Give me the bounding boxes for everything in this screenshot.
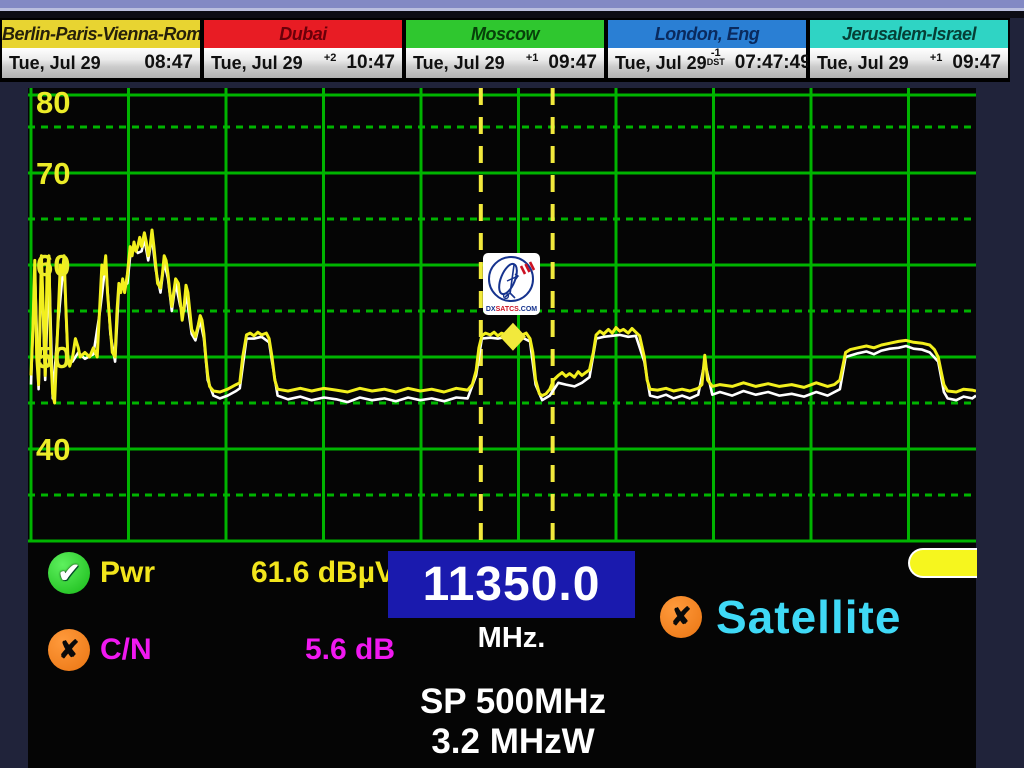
pwr-status-check-icon: ✔ [48, 552, 90, 594]
svg-text:70: 70 [36, 156, 70, 191]
frequency-value: 11350.0 [423, 557, 601, 612]
clock-time: 10:47 [346, 52, 395, 74]
spectrum-chart: 80 70 60 50 40 [28, 88, 976, 545]
clock-city-label: Jerusalem-Israel [810, 20, 1008, 48]
satellite-label: Satellite [716, 590, 901, 644]
cn-value: 5.6 dB [180, 633, 395, 667]
clock-panel-berlin: Berlin-Paris-Vienna-Roma Tue, Jul 29 08:… [0, 18, 202, 82]
clock-panel-london: London, Eng Tue, Jul 29 -1DST 07:47:49 [606, 18, 808, 82]
clock-date: Tue, Jul 29 [9, 53, 101, 74]
yellow-indicator-pill[interactable] [908, 548, 977, 578]
svg-text:60: 60 [36, 248, 70, 283]
svg-text:40: 40 [36, 432, 70, 467]
clock-date: Tue, Jul 29 [413, 53, 505, 74]
world-clock-bar: Berlin-Paris-Vienna-Roma Tue, Jul 29 08:… [0, 18, 1010, 82]
clock-bar-gap [0, 11, 1024, 18]
clock-utc-offset: +2 [324, 54, 337, 63]
clock-date: Tue, Jul 29 [817, 53, 909, 74]
clock-time: 08:47 [144, 52, 193, 74]
clock-city-label: Berlin-Paris-Vienna-Roma [2, 20, 200, 48]
frequency-unit: MHz. [388, 622, 635, 655]
span-label: SP 500MHz [278, 682, 748, 722]
clock-time: 09:47 [952, 52, 1001, 74]
clock-time: 07:47:49 [735, 52, 811, 74]
pwr-label: Pwr [100, 556, 155, 590]
svg-text:50: 50 [36, 340, 70, 375]
clock-time: 09:47 [548, 52, 597, 74]
clock-date: Tue, Jul 29 [211, 53, 303, 74]
dxsatcs-logo: DXSATCS.COM [483, 253, 540, 315]
clock-panel-jerusalem: Jerusalem-Israel Tue, Jul 29 +1 09:47 [808, 18, 1010, 82]
analyzer-screen: Berlin-Paris-Vienna-Roma Tue, Jul 29 08:… [0, 0, 1024, 768]
svg-text:80: 80 [36, 88, 70, 120]
clock-utc-offset: +1 [930, 54, 943, 63]
clock-date: Tue, Jul 29 [615, 53, 707, 74]
clock-panel-moscow: Moscow Tue, Jul 29 +1 09:47 [404, 18, 606, 82]
frequency-display[interactable]: 11350.0 [388, 551, 635, 618]
satellite-status-x-icon: ✘ [660, 596, 702, 638]
cn-label: C/N [100, 633, 152, 667]
pwr-value: 61.6 dBµV [180, 556, 395, 590]
clock-city-label: Moscow [406, 20, 604, 48]
bandwidth-label: 3.2 MHzW [278, 722, 748, 762]
clock-utc-offset: -1DST [707, 49, 725, 67]
clock-city-label: Dubai [204, 20, 402, 48]
cn-status-x-icon: ✘ [48, 629, 90, 671]
clock-panel-dubai: Dubai Tue, Jul 29 +2 10:47 [202, 18, 404, 82]
logo-text: DXSATCS.COM [483, 306, 540, 313]
top-strip [0, 0, 1024, 8]
clock-city-label: London, Eng [608, 20, 806, 48]
clock-utc-offset: +1 [526, 54, 539, 63]
